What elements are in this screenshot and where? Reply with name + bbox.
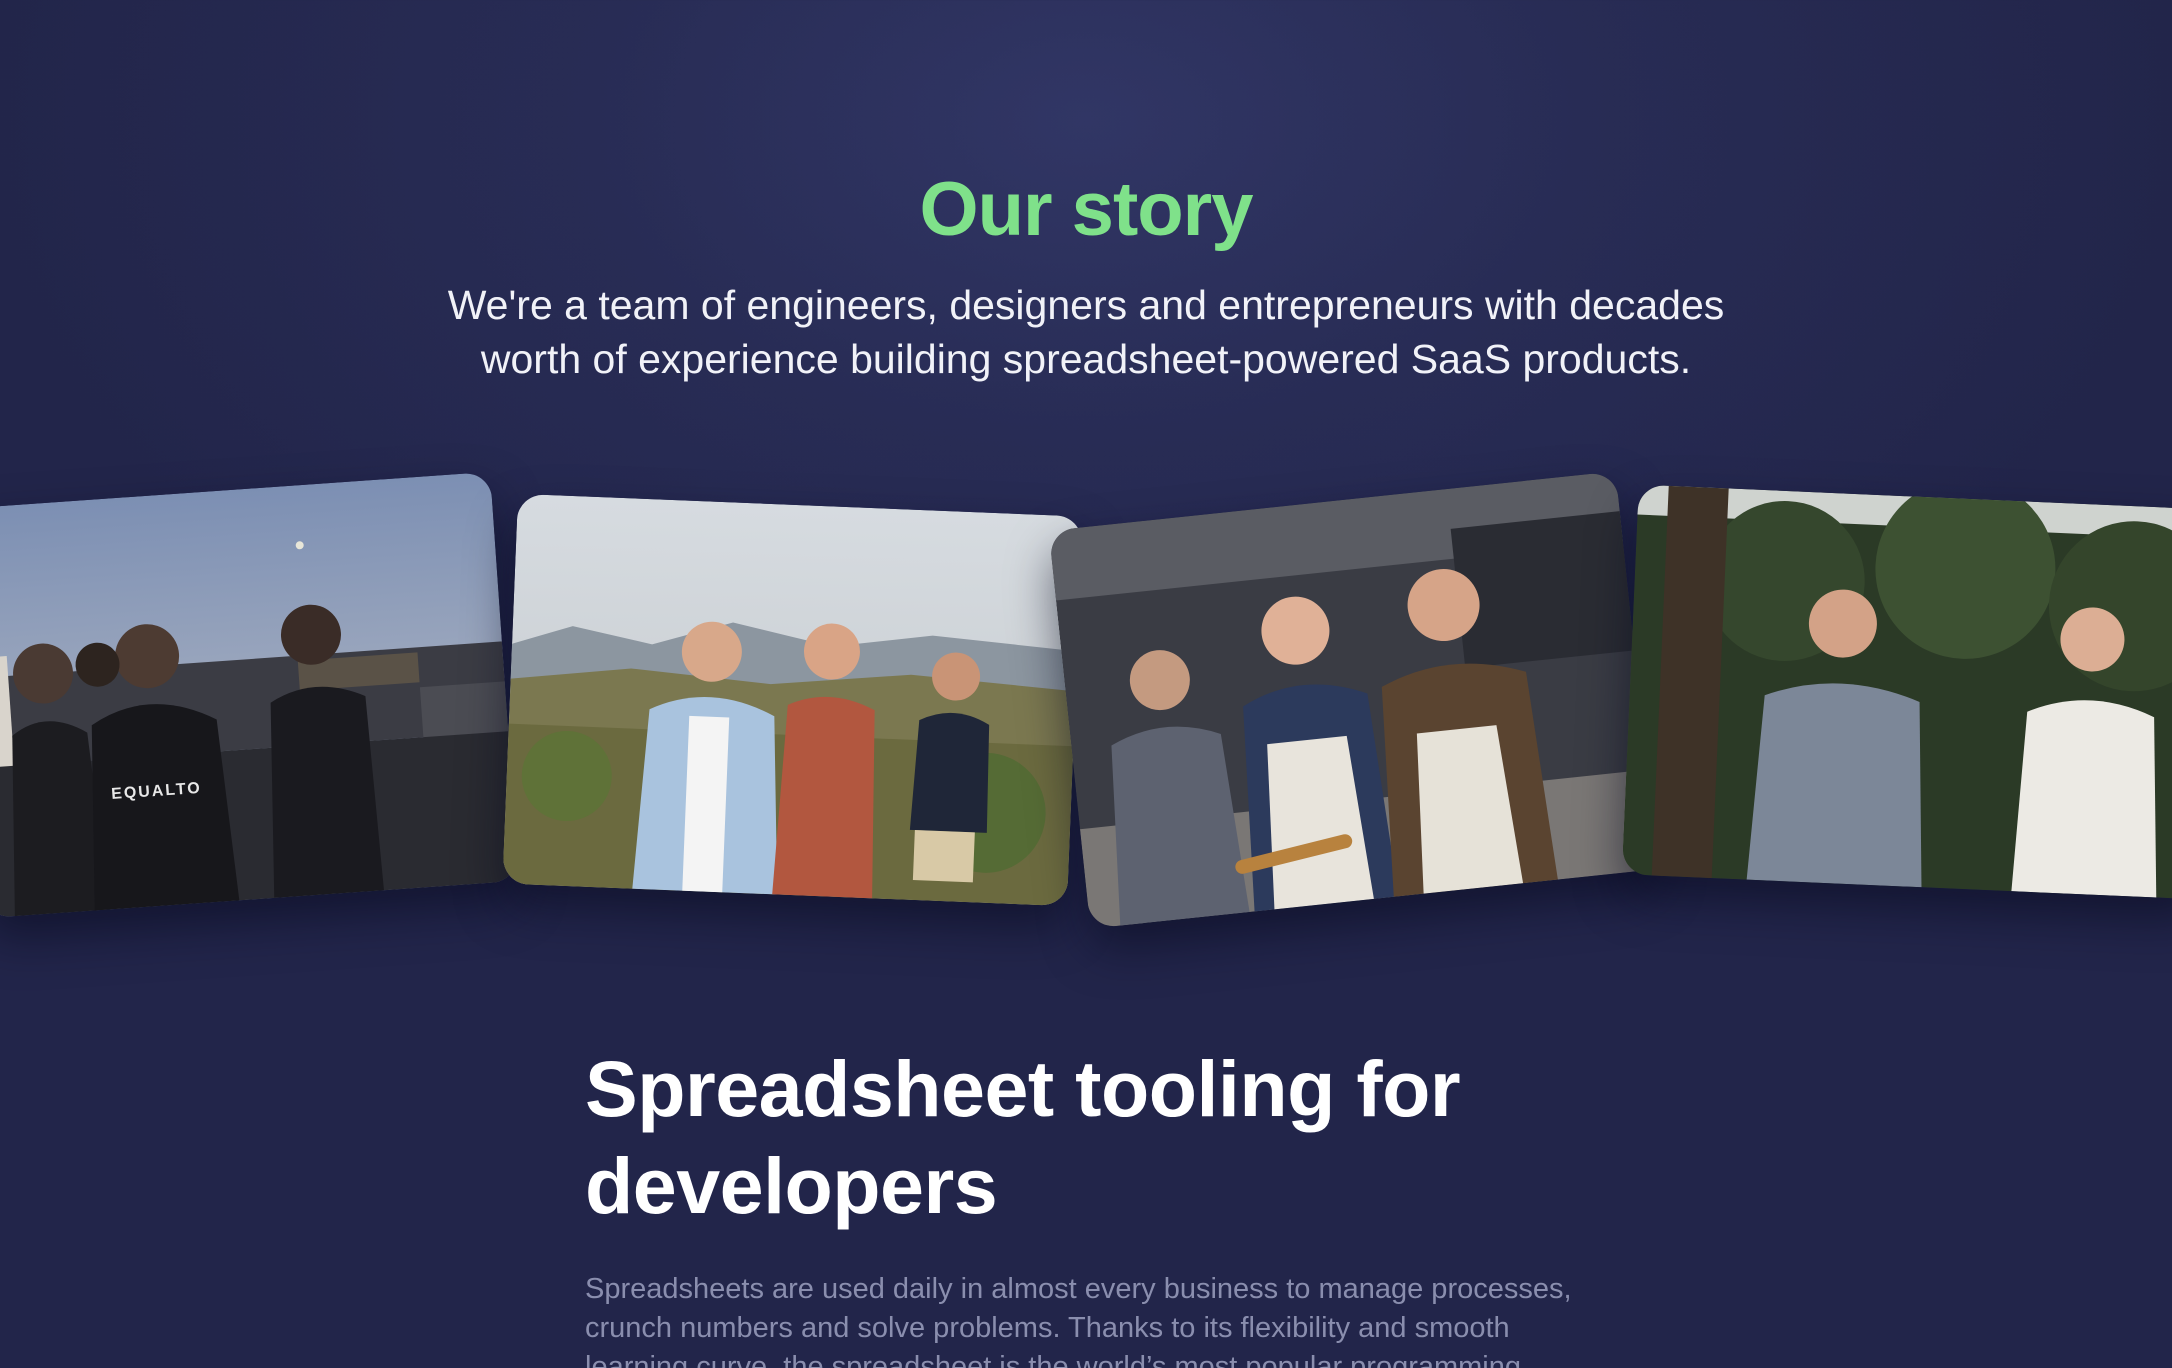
team-cooking-photo xyxy=(1048,471,1658,929)
developers-heading-line-2: developers xyxy=(585,1141,998,1230)
story-subtitle-line-2: worth of experience building spreadsheet… xyxy=(480,336,1692,382)
story-title: Our story xyxy=(919,167,1253,252)
team-rooftop-photo: EQUALTO xyxy=(0,471,519,919)
developers-body: Spreadsheets are used daily in almost ev… xyxy=(585,1270,1595,1368)
story-subtitle-line-1: We're a team of engineers, designers and… xyxy=(447,282,1725,328)
team-garden-photo xyxy=(1621,484,2172,900)
developers-heading-line-1: Spreadsheet tooling for xyxy=(585,1044,1461,1133)
developers-body-line-2: crunch numbers and solve problems. Thank… xyxy=(585,1312,1510,1344)
developers-heading: Spreadsheet tooling for developers xyxy=(585,1040,1585,1234)
developers-body-line-1: Spreadsheets are used daily in almost ev… xyxy=(585,1273,1572,1305)
team-hiking-photo xyxy=(502,493,1083,907)
developers-body-line-3: learning curve, the spreadsheet is the w… xyxy=(585,1351,1522,1368)
story-subtitle: We're a team of engineers, designers and… xyxy=(336,278,1836,386)
